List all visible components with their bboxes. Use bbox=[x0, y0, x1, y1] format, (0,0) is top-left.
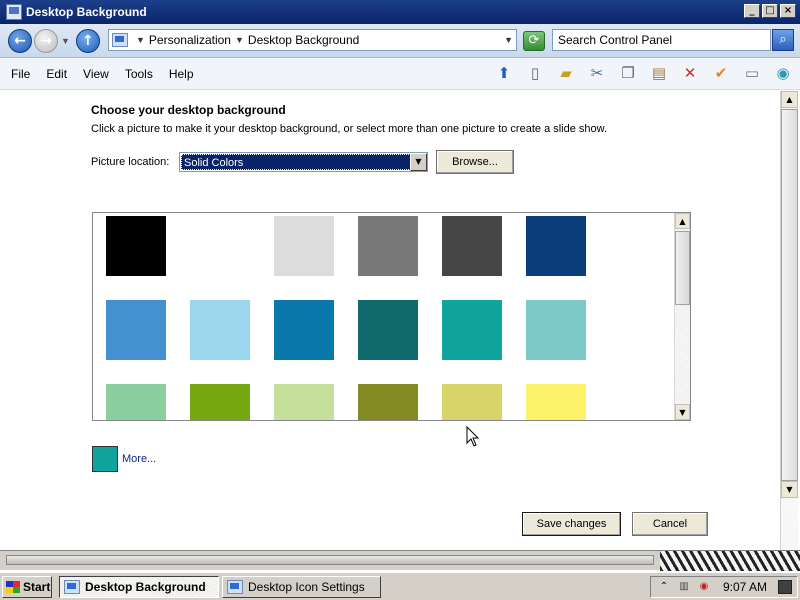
show-desktop-icon[interactable] bbox=[778, 580, 792, 594]
content-area: Choose your desktop background Click a p… bbox=[0, 91, 780, 550]
window-controls: _ □ × bbox=[744, 4, 796, 18]
page-description: Click a picture to make it your desktop … bbox=[91, 123, 608, 135]
breadcrumb-personalization[interactable]: Personalization bbox=[149, 33, 231, 47]
clock[interactable]: 9:07 AM bbox=[723, 580, 767, 594]
minimize-button[interactable]: _ bbox=[744, 4, 760, 18]
more-color-swatch[interactable] bbox=[92, 446, 118, 472]
control-panel-icon bbox=[64, 580, 80, 594]
more-link[interactable]: More... bbox=[122, 453, 156, 465]
picture-location-label: Picture location: bbox=[91, 156, 170, 168]
folder-view-icon[interactable]: ▯ bbox=[524, 62, 546, 84]
chevron-down-icon[interactable]: ▼ bbox=[136, 35, 145, 45]
refresh-button[interactable]: ⟳ bbox=[523, 31, 545, 51]
maximize-button[interactable]: □ bbox=[762, 4, 778, 18]
color-swatch[interactable] bbox=[190, 216, 250, 276]
history-dropdown-icon[interactable]: ▼ bbox=[61, 36, 70, 46]
gallery-scroll-thumb[interactable] bbox=[675, 231, 690, 305]
back-button[interactable]: ← bbox=[8, 28, 32, 53]
properties-icon[interactable]: ▭ bbox=[741, 62, 763, 84]
color-swatch[interactable] bbox=[526, 384, 586, 420]
toolbar: ⬆ ▯ ▰ ✂ ❐ ▤ ✕ ✔ ▭ ◉ bbox=[493, 62, 794, 84]
volume-muted-icon[interactable]: ◉ bbox=[697, 580, 711, 594]
check-icon[interactable]: ✔ bbox=[710, 62, 732, 84]
up-icon[interactable]: ⬆ bbox=[493, 62, 515, 84]
address-bar: ← → ▼ ↑ ▼ Personalization ▼ Desktop Back… bbox=[0, 24, 800, 58]
breadcrumb-desktop-background[interactable]: Desktop Background bbox=[248, 33, 359, 47]
menu-bar: File Edit View Tools Help ⬆ ▯ ▰ ✂ ❐ ▤ ✕ … bbox=[0, 58, 800, 90]
color-swatch[interactable] bbox=[190, 384, 250, 420]
search-button[interactable]: ⌕ bbox=[772, 29, 794, 51]
color-swatch[interactable] bbox=[274, 300, 334, 360]
menu-tools[interactable]: Tools bbox=[117, 67, 161, 81]
chevron-down-icon[interactable]: ▼ bbox=[410, 153, 427, 171]
up-button[interactable]: ↑ bbox=[75, 28, 100, 53]
system-tray: ⌃ ▥ ◉ 9:07 AM bbox=[650, 576, 798, 598]
address-dropdown-icon[interactable]: ▼ bbox=[504, 35, 513, 45]
search-input[interactable]: Search Control Panel bbox=[552, 29, 771, 51]
scroll-down-icon[interactable]: ▼ bbox=[781, 481, 798, 498]
start-button[interactable]: Start bbox=[2, 576, 52, 598]
taskbar-item-label: Desktop Icon Settings bbox=[248, 580, 365, 594]
menu-help[interactable]: Help bbox=[161, 67, 202, 81]
folders-icon[interactable]: ▰ bbox=[555, 62, 577, 84]
color-swatch[interactable] bbox=[106, 216, 166, 276]
color-swatch[interactable] bbox=[274, 216, 334, 276]
color-swatch[interactable] bbox=[526, 300, 586, 360]
color-swatch[interactable] bbox=[442, 216, 502, 276]
scroll-down-icon[interactable]: ▼ bbox=[675, 404, 690, 420]
control-panel-icon bbox=[227, 580, 243, 594]
wallpaper-pattern bbox=[660, 551, 800, 571]
windows-logo-icon bbox=[6, 581, 20, 593]
color-swatch[interactable] bbox=[106, 300, 166, 360]
menu-edit[interactable]: Edit bbox=[38, 67, 75, 81]
picture-location-value: Solid Colors bbox=[181, 154, 411, 170]
control-panel-icon bbox=[112, 33, 128, 47]
menu-file[interactable]: File bbox=[0, 67, 38, 81]
horizontal-scroll-bar bbox=[6, 555, 654, 565]
cut-icon[interactable]: ✂ bbox=[586, 62, 608, 84]
background-window-strip bbox=[0, 550, 800, 571]
delete-icon[interactable]: ✕ bbox=[679, 62, 701, 84]
color-swatch[interactable] bbox=[190, 300, 250, 360]
cancel-button[interactable]: Cancel bbox=[632, 512, 708, 536]
scroll-up-icon[interactable]: ▲ bbox=[675, 213, 690, 229]
save-changes-button[interactable]: Save changes bbox=[522, 512, 621, 536]
picture-location-select[interactable]: Solid Colors ▼ bbox=[179, 152, 428, 172]
chevron-down-icon[interactable]: ▼ bbox=[235, 35, 244, 45]
copy-icon[interactable]: ❐ bbox=[617, 62, 639, 84]
close-button[interactable]: × bbox=[780, 4, 796, 18]
taskbar-item-desktop-icon-settings[interactable]: Desktop Icon Settings bbox=[222, 576, 381, 598]
window-title: Desktop Background bbox=[26, 5, 147, 19]
page-title: Choose your desktop background bbox=[91, 103, 286, 117]
control-panel-icon bbox=[6, 4, 22, 20]
color-swatch[interactable] bbox=[358, 300, 418, 360]
color-swatch[interactable] bbox=[442, 384, 502, 420]
main-scroll-thumb[interactable] bbox=[781, 109, 798, 481]
taskbar: Start Desktop Background Desktop Icon Se… bbox=[0, 572, 800, 600]
tray-expand-icon[interactable]: ⌃ bbox=[657, 580, 671, 594]
gallery-scrollbar[interactable]: ▲ ▼ bbox=[674, 213, 690, 420]
address-field[interactable]: ▼ Personalization ▼ Desktop Background ▼ bbox=[108, 29, 517, 51]
start-label: Start bbox=[23, 580, 51, 594]
taskbar-item-label: Desktop Background bbox=[85, 580, 206, 594]
paste-icon[interactable]: ▤ bbox=[648, 62, 670, 84]
scroll-up-icon[interactable]: ▲ bbox=[781, 91, 798, 108]
color-swatch[interactable] bbox=[526, 216, 586, 276]
color-gallery: ▲ ▼ bbox=[92, 212, 691, 421]
browse-button[interactable]: Browse... bbox=[436, 150, 514, 174]
network-icon[interactable]: ▥ bbox=[677, 580, 691, 594]
color-swatch[interactable] bbox=[358, 384, 418, 420]
globe-icon[interactable]: ◉ bbox=[772, 62, 794, 84]
title-bar: Desktop Background _ □ × bbox=[0, 0, 800, 24]
forward-button[interactable]: → bbox=[34, 28, 58, 53]
menu-view[interactable]: View bbox=[75, 67, 117, 81]
color-swatch[interactable] bbox=[358, 216, 418, 276]
color-swatch[interactable] bbox=[274, 384, 334, 420]
main-scrollbar[interactable]: ▲ ▼ bbox=[780, 91, 798, 550]
color-swatch[interactable] bbox=[442, 300, 502, 360]
taskbar-item-desktop-background[interactable]: Desktop Background bbox=[59, 576, 219, 598]
color-swatch[interactable] bbox=[106, 384, 166, 420]
